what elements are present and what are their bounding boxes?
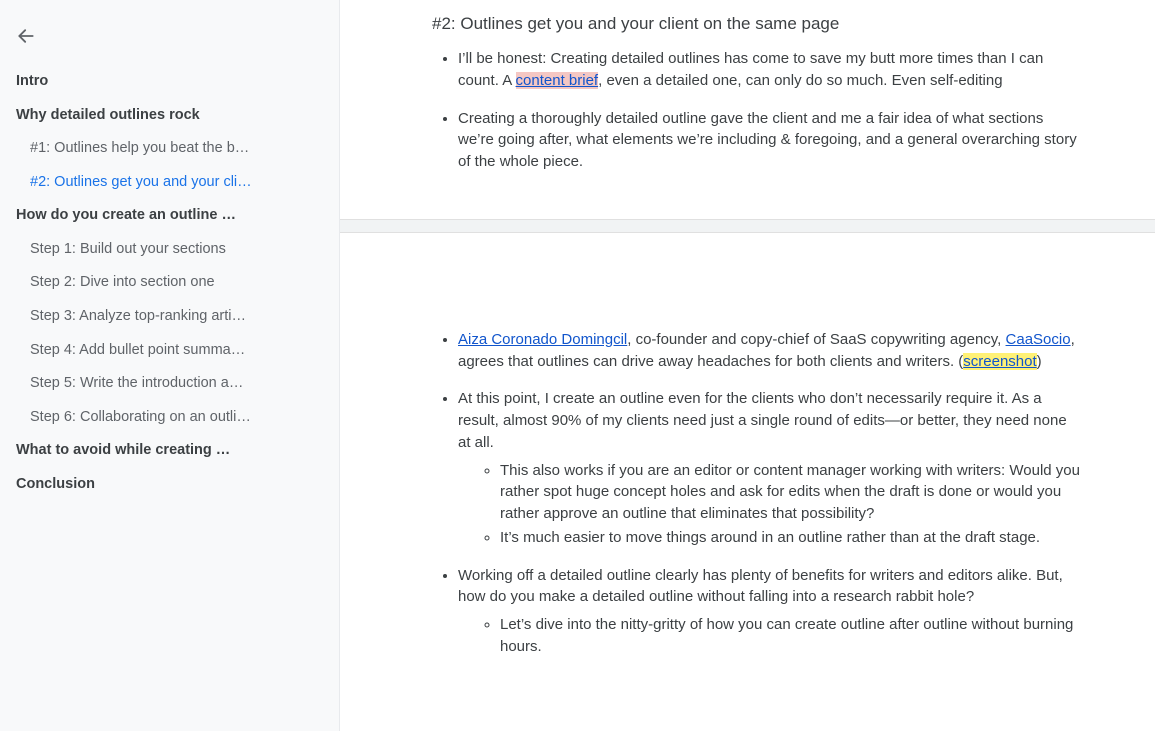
outline-item-why-detailed[interactable]: Why detailed outlines rock xyxy=(0,99,339,133)
p5-sub1: Let’s dive into the nitty-gritty of how … xyxy=(500,614,1080,658)
paragraph-2: Creating a thoroughly detailed outline g… xyxy=(458,108,1080,173)
body-list-2: Aiza Coronado Domingcil, co-founder and … xyxy=(432,329,1080,658)
p3-end: ) xyxy=(1037,353,1042,370)
p4-sub1: This also works if you are an editor or … xyxy=(500,460,1080,525)
outline-list: Intro Why detailed outlines rock #1: Out… xyxy=(0,65,339,501)
back-arrow-icon[interactable] xyxy=(0,22,36,60)
paragraph-5: Working off a detailed outline clearly h… xyxy=(458,565,1080,658)
p5-sublist: Let’s dive into the nitty-gritty of how … xyxy=(458,614,1080,658)
screenshot-link[interactable]: screenshot xyxy=(963,353,1036,370)
page-break xyxy=(340,219,1155,233)
p4-sub2: It’s much easier to move things around i… xyxy=(500,527,1080,549)
outline-item-step3[interactable]: Step 3: Analyze top-ranking arti… xyxy=(0,300,339,334)
outline-item-step4[interactable]: Step 4: Add bullet point summa… xyxy=(0,334,339,368)
outline-item-step6[interactable]: Step 6: Collaborating on an outli… xyxy=(0,401,339,435)
document-page-1: #2: Outlines get you and your client on … xyxy=(340,0,1120,219)
outline-item-step1[interactable]: Step 1: Build out your sections xyxy=(0,233,339,267)
outline-item-num1[interactable]: #1: Outlines help you beat the b… xyxy=(0,132,339,166)
p1-post: , even a detailed one, can only do so mu… xyxy=(598,72,1002,89)
paragraph-1: I’ll be honest: Creating detailed outlin… xyxy=(458,48,1080,92)
p5-text: Working off a detailed outline clearly h… xyxy=(458,567,1063,606)
section-heading: #2: Outlines get you and your client on … xyxy=(432,14,1080,34)
document-page-2: Aiza Coronado Domingcil, co-founder and … xyxy=(340,233,1120,704)
outline-item-what-avoid[interactable]: What to avoid while creating … xyxy=(0,434,339,468)
paragraph-4: At this point, I create an outline even … xyxy=(458,388,1080,548)
paragraph-3: Aiza Coronado Domingcil, co-founder and … xyxy=(458,329,1080,373)
body-list: I’ll be honest: Creating detailed outlin… xyxy=(432,48,1080,173)
p4-text: At this point, I create an outline even … xyxy=(458,390,1067,451)
outline-sidebar: Intro Why detailed outlines rock #1: Out… xyxy=(0,0,340,731)
outline-item-num2[interactable]: #2: Outlines get you and your cli… xyxy=(0,166,339,200)
outline-item-conclusion[interactable]: Conclusion xyxy=(0,468,339,502)
outline-item-step5[interactable]: Step 5: Write the introduction a… xyxy=(0,367,339,401)
caasocio-link[interactable]: CaaSocio xyxy=(1006,331,1071,348)
document-main[interactable]: #2: Outlines get you and your client on … xyxy=(340,0,1155,731)
p4-sublist: This also works if you are an editor or … xyxy=(458,460,1080,549)
outline-item-how-create[interactable]: How do you create an outline … xyxy=(0,199,339,233)
aiza-link[interactable]: Aiza Coronado Domingcil xyxy=(458,331,627,348)
content-brief-link[interactable]: content brief xyxy=(516,72,599,89)
outline-item-intro[interactable]: Intro xyxy=(0,65,339,99)
p3-mid1: , co-founder and copy-chief of SaaS copy… xyxy=(627,331,1005,348)
outline-item-step2[interactable]: Step 2: Dive into section one xyxy=(0,266,339,300)
